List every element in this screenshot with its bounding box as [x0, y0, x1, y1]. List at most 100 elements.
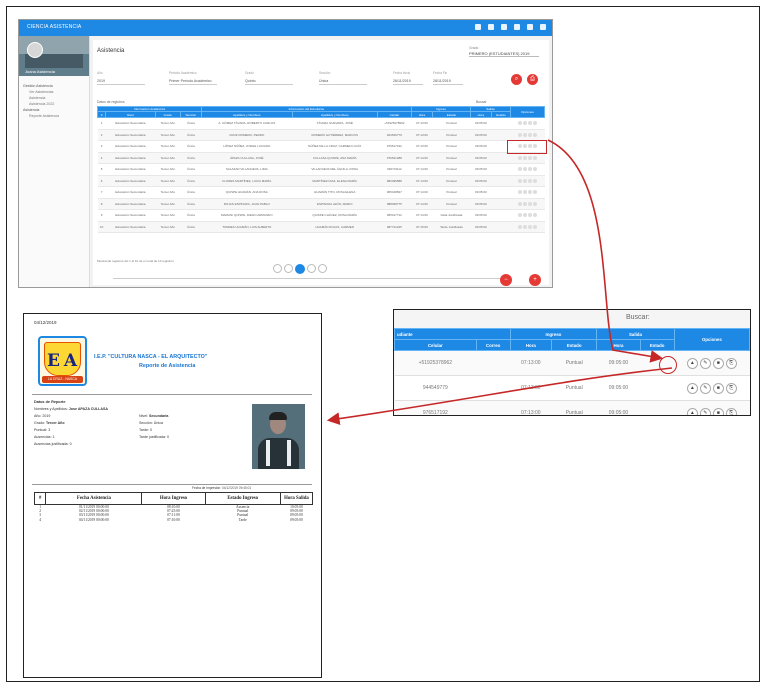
table-row[interactable]: 1 Educación Secundaria Tercer Año Única A. G… — [97, 117, 545, 130]
grid-icon[interactable] — [488, 24, 494, 30]
avatar[interactable] — [27, 42, 43, 58]
table-row[interactable]: +51925378962 07:13:00 Puntual 09:05:00 ▲ ✎ ■ ⎘ — [394, 350, 750, 376]
view-icon[interactable] — [517, 178, 522, 183]
filter-fecha-inicio[interactable]: Fecha Inicio 26/11/2019 — [393, 71, 423, 85]
table-cell: 07:14:00 — [411, 163, 433, 176]
edit-icon[interactable] — [522, 224, 527, 229]
delete-icon[interactable] — [527, 167, 532, 172]
delete-icon[interactable]: ■ — [712, 407, 724, 415]
file-icon[interactable] — [532, 155, 537, 160]
fab-remove-button[interactable]: − — [500, 274, 512, 286]
table-row[interactable]: 976517192 07:13:00 Puntual 09:05:00 ▲ ✎ ■ ⎘ — [394, 400, 750, 415]
filter-periodo[interactable]: Periodo Académico Primer Periodo Académic… — [169, 71, 217, 85]
edit-icon[interactable] — [522, 213, 527, 218]
pager-last[interactable] — [318, 264, 327, 273]
view-icon[interactable] — [517, 201, 522, 206]
delete-icon[interactable] — [527, 155, 532, 160]
view-icon[interactable] — [517, 213, 522, 218]
view-icon[interactable]: ▲ — [686, 357, 698, 369]
print-button[interactable]: ⎙ — [527, 74, 538, 85]
fab-add-button[interactable]: + — [529, 274, 541, 286]
file-icon[interactable]: ⎘ — [725, 407, 737, 415]
table-row[interactable]: 7 Educación Secundaria Tercer Año Única QUIS… — [97, 186, 545, 199]
pager-page-1[interactable] — [295, 264, 305, 274]
filter-year[interactable]: Año 2019 — [97, 71, 145, 85]
mail-icon[interactable] — [514, 24, 520, 30]
column-header[interactable]: Celular — [394, 339, 477, 351]
column-header[interactable]: Estado — [639, 339, 675, 351]
filter-seccion[interactable]: Sección Única — [319, 71, 367, 85]
view-icon[interactable] — [517, 224, 522, 229]
table-row[interactable]: 8 Educación Secundaria Tercer Año Única ROJA… — [97, 198, 545, 210]
delete-icon[interactable] — [527, 121, 532, 126]
file-icon[interactable] — [532, 201, 537, 206]
sidebar-item[interactable]: Reporte Asistencia — [23, 113, 85, 119]
table-cell: 09:05:00 — [470, 117, 492, 130]
file-icon[interactable]: ⎘ — [725, 382, 737, 394]
table-cell: ESPINOZA LEÓN, MARIO — [292, 198, 378, 210]
delete-icon[interactable]: ■ — [712, 357, 724, 369]
edit-icon[interactable] — [522, 132, 527, 137]
table-cell: TÁVARA GUEVARA, JOSÉ — [292, 117, 378, 130]
report-cell: 07:10:00 — [167, 517, 180, 522]
file-icon[interactable] — [532, 224, 537, 229]
user-icon[interactable] — [540, 24, 546, 30]
view-icon[interactable]: ▲ — [686, 382, 698, 394]
search-button[interactable]: ⌕ — [511, 74, 522, 85]
file-icon[interactable] — [532, 167, 537, 172]
settings-icon[interactable] — [527, 24, 533, 30]
table-row[interactable]: 944549779 07:13:00 Puntual 09:05:00 ▲ ✎ ■ ⎘ — [394, 375, 750, 401]
edit-icon[interactable] — [522, 190, 527, 195]
delete-icon[interactable] — [527, 178, 532, 183]
column-header[interactable]: Hora — [509, 339, 553, 351]
delete-icon[interactable] — [527, 224, 532, 229]
edit-icon[interactable] — [522, 121, 527, 126]
table-cell: 3 — [97, 140, 106, 153]
edit-icon[interactable]: ✎ — [699, 357, 711, 369]
table-row[interactable]: 6 Educación Secundaria Tercer Año Única FLOR… — [97, 175, 545, 187]
table-row[interactable]: 3 Educación Secundaria Tercer Año Única LÓPE… — [97, 140, 545, 153]
table-cell: 09:05:00 — [470, 209, 492, 222]
filter-grado[interactable]: Grado Quinto — [245, 71, 293, 85]
delete-icon[interactable]: ■ — [712, 382, 724, 394]
file-icon[interactable] — [532, 213, 537, 218]
view-icon[interactable] — [517, 155, 522, 160]
table-row[interactable]: 5 Educación Secundaria Tercer Año Única SALA… — [97, 163, 545, 176]
view-icon[interactable] — [517, 132, 522, 137]
pager-first[interactable] — [273, 264, 282, 273]
delete-icon[interactable] — [527, 213, 532, 218]
delete-icon[interactable] — [527, 190, 532, 195]
file-icon[interactable]: ⎘ — [725, 357, 737, 369]
delete-icon[interactable] — [527, 201, 532, 206]
file-icon[interactable] — [532, 132, 537, 137]
edit-icon[interactable]: ✎ — [699, 382, 711, 394]
view-icon[interactable] — [517, 167, 522, 172]
table-row[interactable]: 4 Educación Secundaria Tercer Año Única ÁPAZ… — [97, 152, 545, 164]
notification-icon[interactable] — [475, 24, 481, 30]
column-header[interactable]: Hora — [596, 339, 641, 351]
edit-icon[interactable] — [522, 155, 527, 160]
delete-icon[interactable] — [527, 132, 532, 137]
edit-icon[interactable]: ✎ — [699, 407, 711, 415]
file-icon[interactable] — [532, 121, 537, 126]
file-icon[interactable] — [532, 178, 537, 183]
edit-icon[interactable] — [522, 201, 527, 206]
column-header[interactable]: Estado — [551, 339, 598, 351]
edit-icon[interactable] — [522, 167, 527, 172]
calendar-icon[interactable] — [501, 24, 507, 30]
edit-icon[interactable] — [522, 178, 527, 183]
table-row[interactable]: 9 Educación Secundaria Tercer Año Única MAMA… — [97, 209, 545, 222]
filter-fecha-fin[interactable]: Fecha Fin 28/11/2019 — [433, 71, 463, 85]
pager-next[interactable] — [307, 264, 316, 273]
table-cell: 07:13:00 — [411, 140, 433, 153]
options-cell — [510, 221, 545, 233]
file-icon[interactable] — [532, 190, 537, 195]
view-icon[interactable] — [517, 190, 522, 195]
view-icon[interactable] — [517, 121, 522, 126]
grado-select[interactable]: PRIMERO (ESTUDIANTES) 2019 — [469, 51, 539, 57]
table-row[interactable]: 2 Educación Secundaria Tercer Año Única CRUZ… — [97, 129, 545, 141]
table-row[interactable]: 10 Educación Secundaria Tercer Año Única TOR… — [97, 221, 545, 233]
pager-prev[interactable] — [284, 264, 293, 273]
column-header[interactable]: Correo — [475, 339, 511, 351]
view-icon[interactable]: ▲ — [686, 407, 698, 415]
